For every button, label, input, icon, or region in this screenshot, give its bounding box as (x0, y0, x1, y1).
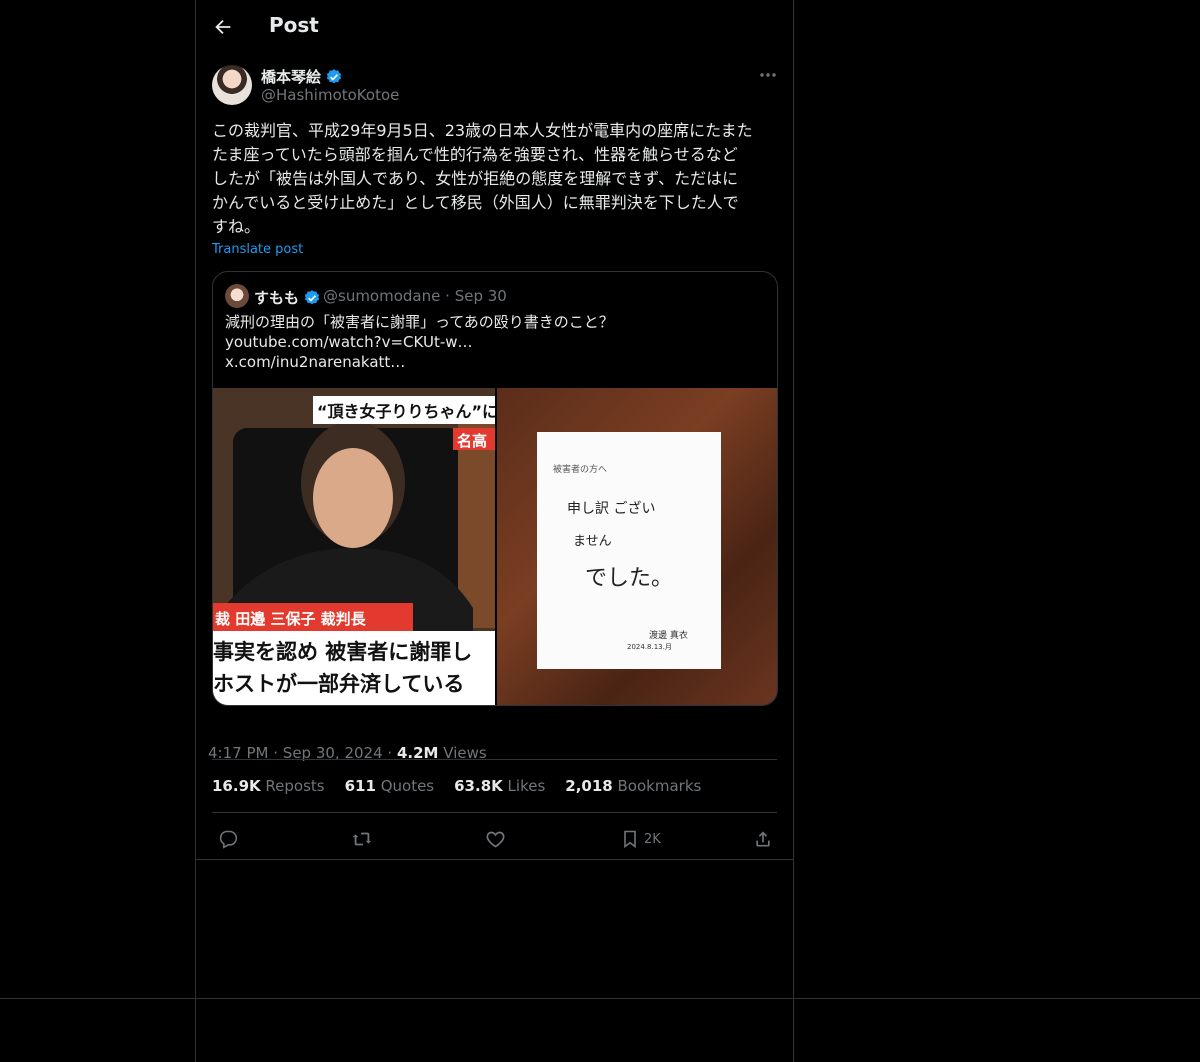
quote-date[interactable]: Sep 30 (455, 287, 507, 305)
bookmark-count: 2K (644, 831, 661, 847)
quote-text: 減刑の理由の「被害者に謝罪」ってあの殴り書きのこと？ youtube.com/w… (225, 312, 765, 372)
reposts-stat[interactable]: 16.9K Reposts (212, 777, 325, 795)
post-text-line: たま座っていたら頭部を掴んで性的行為を強要され、性器を触らせるなど (212, 145, 738, 164)
quote-image-judge[interactable]: “頂き女子りりちゃん”に 名高 裁 田邉 三保子 裁判長 事実を認め 被害者に謝… (213, 388, 495, 705)
author-name-row[interactable]: 橋本琴絵 (261, 66, 343, 87)
more-options-icon[interactable] (759, 68, 777, 82)
note-signature: 渡邊 真衣 (649, 631, 688, 641)
quote-link-x[interactable]: x.com/inu2narenakatt… (225, 352, 765, 372)
back-arrow-icon[interactable] (212, 16, 234, 38)
note-line-2: ません (573, 534, 612, 549)
reply-icon (219, 830, 238, 849)
author-avatar[interactable] (212, 65, 252, 105)
quote-author-handle[interactable]: @sumomodane (323, 287, 440, 305)
divider (212, 812, 777, 813)
caption-top-right: 名高 (457, 432, 488, 450)
post-text-line: かんでいると受け止めた」として移民（外国人）に無罪判決を下した人で (212, 193, 739, 212)
apology-note-paper: 被害者の方へ 申し訳 ござい ません でした。 渡邊 真衣 2024.8.13.… (537, 432, 721, 669)
page-title: Post (269, 13, 319, 37)
post-text-line: この裁判官、平成29年9月5日、23歳の日本人女性が電車内の座席にたまた (212, 121, 753, 140)
divider (196, 859, 793, 860)
reposts-label: Reposts (265, 777, 325, 795)
bookmark-icon (624, 830, 636, 849)
post-column: Post 橋本琴絵 @HashimotoKotoe この裁判官、平成29年9月5… (195, 0, 794, 1062)
share-button[interactable] (753, 828, 773, 850)
quote-author-avatar[interactable] (225, 284, 249, 308)
post-header: Post (196, 0, 793, 54)
repost-button[interactable] (351, 828, 373, 850)
quoted-post[interactable]: すもも @sumomodane · Sep 30 減刑の理由の「被害者に謝罪」っ… (212, 271, 778, 706)
likes-count: 63.8K (454, 777, 503, 795)
separator: · (445, 287, 450, 305)
translate-post-link[interactable]: Translate post (212, 242, 303, 257)
caption-top: “頂き女子りりちゃん”に (317, 402, 495, 421)
divider (212, 759, 777, 760)
quote-author-name[interactable]: すもも (254, 287, 299, 308)
quote-author-name-row[interactable]: すもも (254, 287, 321, 308)
like-button[interactable] (485, 828, 506, 850)
author-name[interactable]: 橋本琴絵 (261, 66, 321, 87)
judge-nameplate: 裁 田邉 三保子 裁判長 (215, 610, 366, 628)
quotes-stat[interactable]: 611 Quotes (345, 777, 435, 795)
note-line-3: でした。 (585, 566, 674, 591)
bookmarks-label: Bookmarks (617, 777, 702, 795)
verified-badge-icon (304, 289, 320, 304)
likes-label: Likes (507, 777, 546, 795)
quote-image-apology-note[interactable]: 被害者の方へ 申し訳 ござい ません でした。 渡邊 真衣 2024.8.13.… (497, 388, 777, 705)
reposts-count: 16.9K (212, 777, 261, 795)
post-text-line: したが「被告は外国人であり、女性が拒絶の態度を理解できず、ただはに (212, 169, 739, 188)
bookmarks-count: 2,018 (565, 777, 613, 795)
action-bar: 2K (196, 824, 793, 852)
bookmark-button[interactable]: 2K (620, 828, 661, 850)
post-stats: 16.9K Reposts 611 Quotes 63.8K Likes 2,0… (212, 777, 701, 795)
reply-button[interactable] (218, 828, 238, 850)
post-text-line: すね。 (212, 217, 261, 236)
likes-stat[interactable]: 63.8K Likes (454, 777, 545, 795)
author-handle[interactable]: @HashimotoKotoe (261, 86, 399, 104)
share-icon (756, 831, 770, 847)
note-date: 2024.8.13.月 (627, 643, 672, 651)
verified-badge-icon (326, 68, 342, 83)
caption-line-1: 事実を認め 被害者に謝罪し (213, 640, 473, 664)
note-line-1: 申し訳 ござい (567, 501, 656, 517)
note-header: 被害者の方へ (553, 465, 608, 475)
post-text: この裁判官、平成29年9月5日、23歳の日本人女性が電車内の座席にたまた たま座… (212, 119, 778, 239)
heart-icon (486, 831, 505, 847)
quotes-count: 611 (344, 777, 376, 795)
caption-line-2: ホストが一部弁済している (213, 672, 465, 696)
quote-text-line: 減刑の理由の「被害者に謝罪」ってあの殴り書きのこと？ (225, 313, 614, 331)
repost-icon (352, 832, 372, 846)
quote-meta: @sumomodane · Sep 30 (323, 287, 507, 305)
bookmarks-stat[interactable]: 2,018 Bookmarks (565, 777, 701, 795)
quote-link-youtube[interactable]: youtube.com/watch?v=CKUt-w… (225, 332, 765, 352)
quotes-label: Quotes (380, 777, 435, 795)
page-divider (0, 998, 1200, 999)
